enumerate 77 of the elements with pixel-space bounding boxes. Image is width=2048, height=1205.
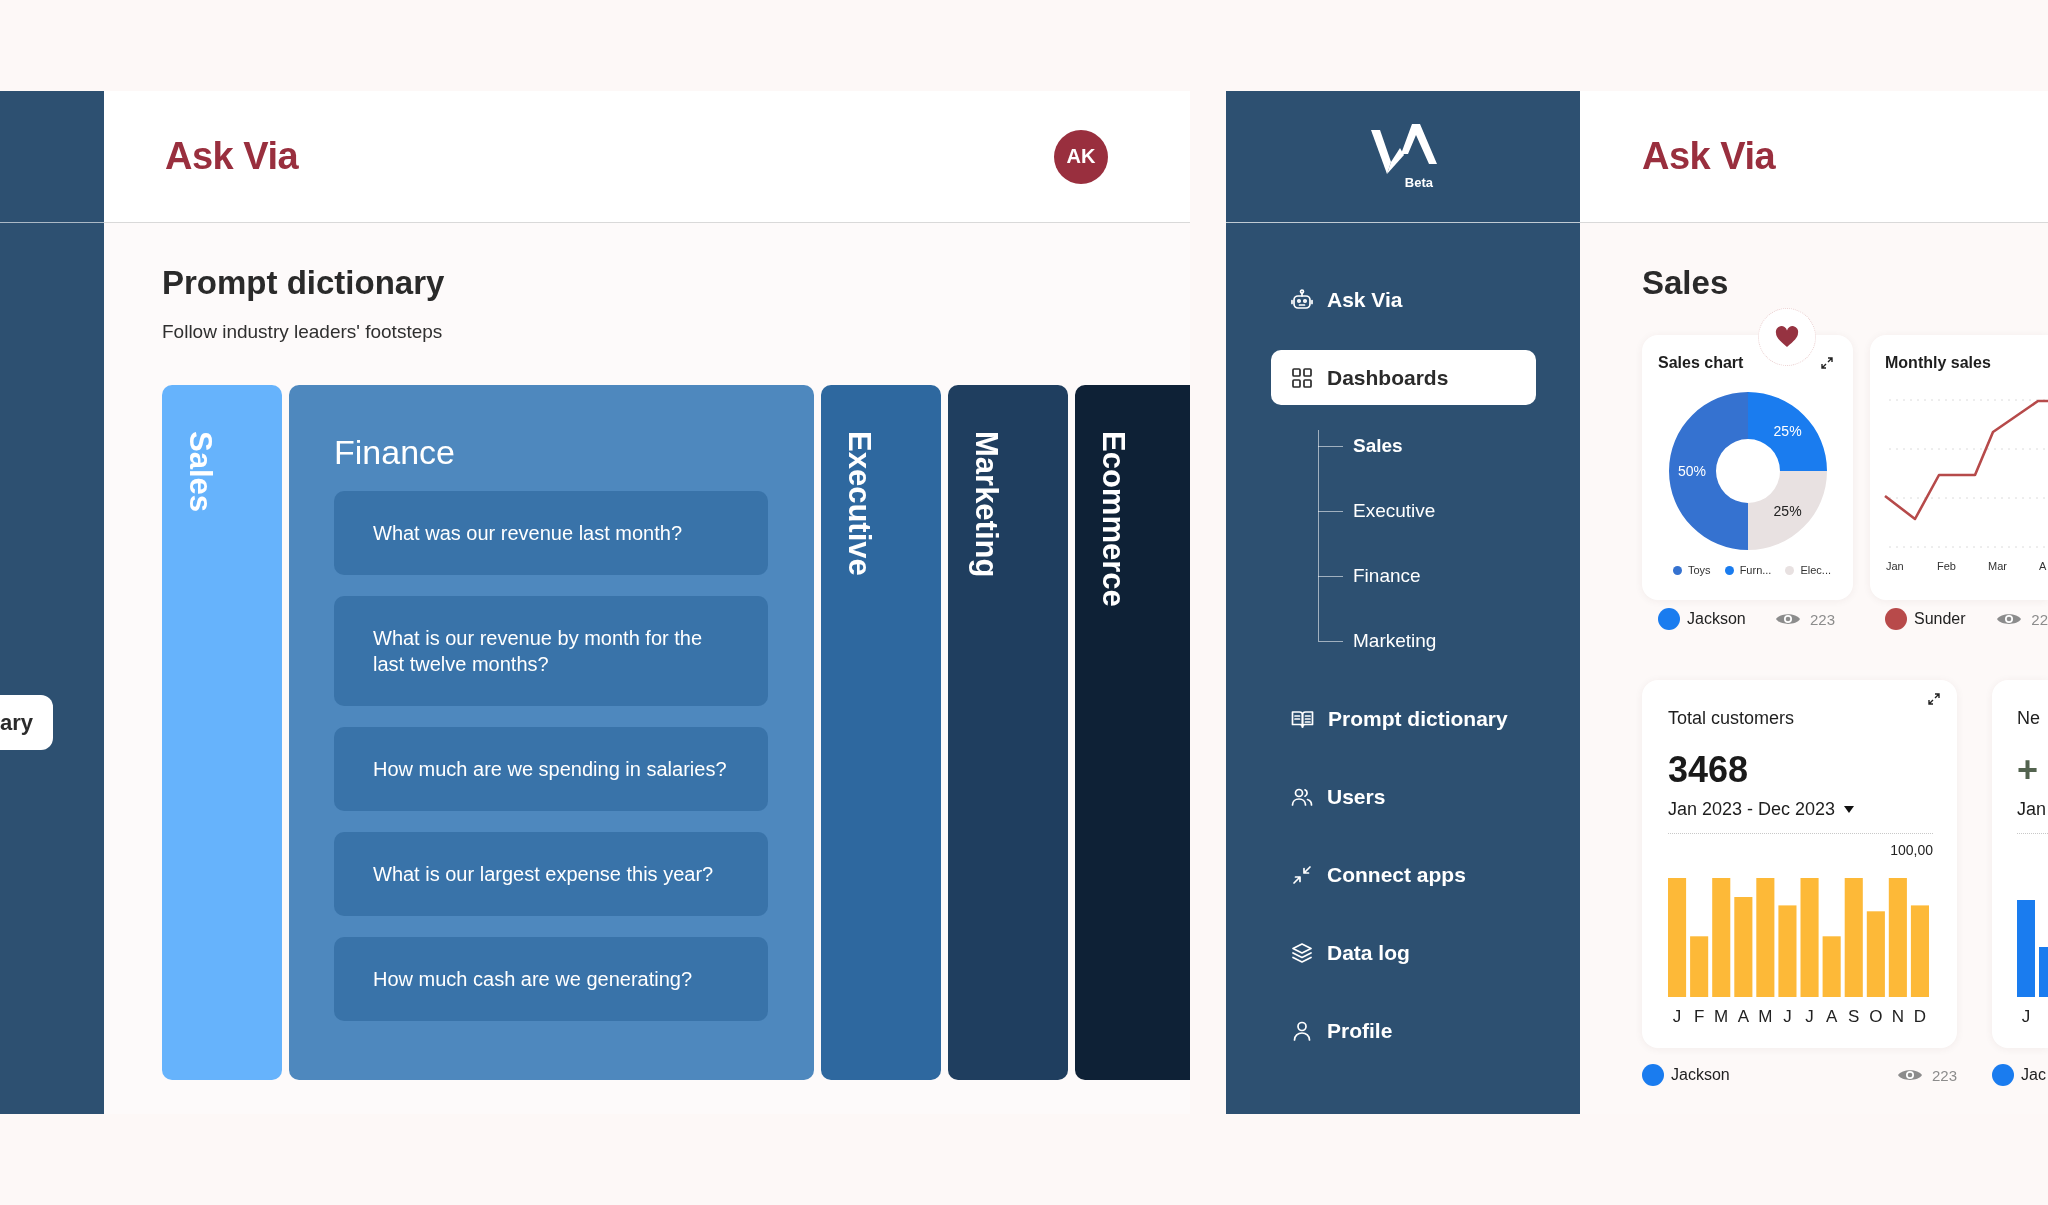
axis-label: J [1805,1007,1814,1026]
sidebar-item[interactable]: Prompt dictionary [1271,691,1536,746]
sidebar-item[interactable]: Dashboards [1271,350,1536,405]
slice-label: 25% [1773,423,1802,440]
chart-annotation: 100,00 [1890,842,1933,858]
legend-label: Elec... [1800,564,1831,576]
axis-label: J [1783,1007,1792,1026]
card-title: Total customers [1668,707,1795,729]
sidebar-item[interactable]: Ask Via [1271,272,1536,327]
category-tab[interactable]: Executive [821,385,941,1080]
category-tab[interactable]: Ecommerce [1075,385,1190,1080]
axis-label: D [1913,1007,1927,1026]
axis-label: N [1891,1007,1905,1026]
page-subtitle: Follow industry leaders' footsteps [162,320,443,344]
expand-icon[interactable] [1928,693,1940,705]
view-count: 22 [2031,610,2048,628]
card-title: Ne [2017,707,2040,729]
slice-label: 50% [1678,463,1706,479]
axis-label: Mar [1988,559,2008,574]
layers-icon [1290,940,1314,965]
sidebar-item[interactable]: Data log [1271,925,1536,980]
view-count: 223 [1931,1066,1957,1084]
owner-name: Jackson [1687,610,1746,628]
owner-name: Jac [2021,1066,2046,1084]
robot-icon [1290,287,1314,312]
sidebar-item[interactable]: Profile [1271,1003,1536,1058]
sidebar-item[interactable]: Users [1271,769,1536,824]
axis-label: J [2021,1007,2031,1026]
user-avatar[interactable]: AK [1054,129,1108,184]
legend-label: Toys [1688,564,1711,576]
category-tab[interactable]: Marketing [948,385,1068,1080]
grid-icon [1290,365,1314,390]
logo-icon [1371,123,1437,174]
caret-icon [1844,805,1855,813]
eye-icon [1896,1067,1923,1083]
eye-icon [1996,611,2023,627]
app-title: Ask Via [165,135,299,178]
card-title: Monthly sales [1885,353,1991,373]
axis-label: M [1758,1007,1773,1026]
beta-label: Beta [1404,174,1433,190]
metric-value: + [2017,748,2039,792]
app-title: Ask Via [1642,135,1776,178]
page-title: Prompt dictionary [162,263,445,303]
prompt-card[interactable]: What is our largest expense this year? [334,832,768,916]
view-count: 223 [1809,610,1835,628]
axis-label: A [1737,1007,1749,1026]
axis-label: Jan [1886,559,1905,574]
axis-label: F [1693,1007,1705,1026]
owner-name: Jackson [1671,1066,1730,1084]
axis-label: A [1825,1007,1838,1026]
axis-label: M [1714,1007,1729,1026]
sidebar-subitem[interactable]: Sales [1318,413,1413,478]
prompt-card[interactable]: What is our revenue by month for the last twelve months? [334,596,768,706]
eye-icon [1774,611,1801,627]
owner-name: Sunder [1914,610,1966,628]
axis-label: S [1848,1007,1860,1026]
sidebar-subitem[interactable]: Executive [1318,478,1446,543]
axis-label: O [1869,1007,1883,1026]
prompt-card[interactable]: How much cash are we generating? [334,937,768,1021]
date-range-dropdown[interactable]: Jan 2023 - Dec 2023 [1668,797,1855,821]
category-title: Finance [334,432,455,472]
card-title: Sales chart [1658,353,1744,373]
page-title: Sales [1642,263,1729,303]
date-range-dropdown[interactable]: Jan [2017,797,2047,821]
sidebar-subitem[interactable]: Marketing [1318,608,1447,673]
prompt-card[interactable]: What was our revenue last month? [334,491,768,575]
legend-label: Furn... [1739,564,1772,576]
slice-label: 25% [1773,502,1802,519]
sidebar-item[interactable]: Connect apps [1271,847,1536,902]
sidebar-subitem[interactable]: Finance [1318,543,1431,608]
prompt-card[interactable]: How much are we spending in salaries? [334,727,768,811]
axis-label: J [1672,1007,1682,1026]
metric-value: 3468 [1668,748,1749,792]
axis-label: A [2039,559,2048,574]
sidebar-item[interactable]: ary [0,695,54,750]
expand-icon[interactable] [1821,357,1833,369]
axis-label: Feb [1937,559,1957,574]
